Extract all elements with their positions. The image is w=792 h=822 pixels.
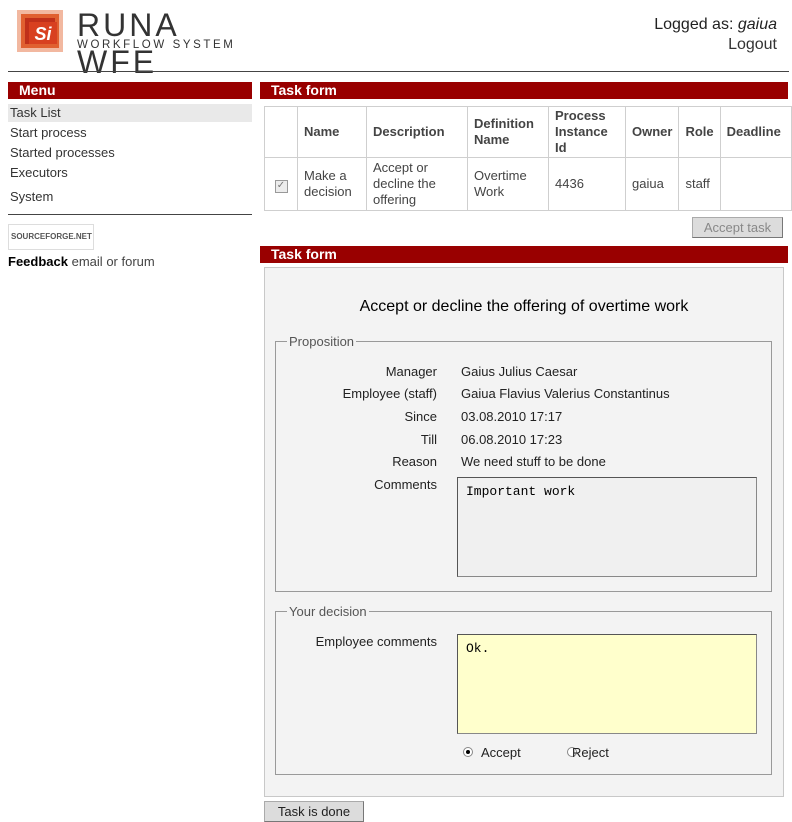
feedback-forum-link[interactable]: forum bbox=[122, 254, 155, 269]
cell-deadline[interactable] bbox=[719, 157, 792, 211]
col-definition-name[interactable]: Definition Name bbox=[467, 106, 549, 158]
row-select-cell[interactable]: ✓ bbox=[264, 157, 298, 211]
brand-subtitle: WORKFLOW SYSTEM bbox=[77, 39, 236, 51]
menu-item-task-list[interactable]: Task List bbox=[8, 104, 252, 122]
header-divider bbox=[8, 71, 789, 72]
task-form-title-bar: Task form bbox=[260, 246, 788, 263]
svg-text:Si: Si bbox=[34, 24, 52, 44]
col-select bbox=[264, 106, 298, 158]
reject-radio-label[interactable]: Reject bbox=[572, 745, 609, 760]
form-heading: Accept or decline the offering of overti… bbox=[359, 298, 689, 315]
logged-prefix: Logged as: bbox=[654, 16, 738, 33]
cell-name[interactable]: Make a decision bbox=[297, 157, 367, 211]
since-value: 03.08.2010 17:17 bbox=[461, 409, 563, 424]
feedback-email-link[interactable]: email bbox=[72, 254, 103, 269]
employee-comments-textarea[interactable]: Ok. bbox=[457, 634, 757, 734]
comments-label: Comments bbox=[374, 477, 437, 492]
manager-label: Manager bbox=[385, 364, 437, 379]
comments-textarea: Important work bbox=[457, 477, 757, 577]
reason-label: Reason bbox=[392, 454, 437, 469]
table-header-row: Name Description Definition Name Process… bbox=[264, 106, 792, 158]
feedback-or: or bbox=[106, 254, 118, 269]
logged-as: Logged as: gaiua bbox=[654, 16, 777, 34]
cell-definition[interactable]: Overtime Work bbox=[467, 157, 549, 211]
till-label: Till bbox=[420, 432, 437, 447]
menu-title: Menu bbox=[8, 82, 252, 99]
accept-radio-label[interactable]: Accept bbox=[481, 745, 521, 760]
menu-divider bbox=[8, 214, 252, 215]
feedback: Feedback email or forum bbox=[8, 254, 155, 269]
employee-comments-label: Employee comments bbox=[315, 634, 437, 649]
cell-pid[interactable]: 4436 bbox=[548, 157, 626, 211]
runa-logo: Si RUNA WFE WORKFLOW SYSTEM bbox=[17, 7, 247, 80]
till-value: 06.08.2010 17:23 bbox=[461, 432, 563, 447]
col-description[interactable]: Description bbox=[366, 106, 468, 158]
col-owner[interactable]: Owner bbox=[624, 106, 680, 158]
col-name[interactable]: Name bbox=[297, 106, 367, 158]
since-label: Since bbox=[404, 409, 437, 424]
col-deadline[interactable]: Deadline bbox=[719, 106, 792, 158]
cell-description[interactable]: Accept or decline the offering bbox=[366, 157, 468, 211]
task-list-title: Task form bbox=[260, 82, 788, 99]
menu-item-start-process[interactable]: Start process bbox=[8, 124, 252, 142]
proposition-legend: Proposition bbox=[287, 334, 357, 349]
decision-legend: Your decision bbox=[287, 604, 369, 619]
cell-role[interactable]: staff bbox=[678, 157, 721, 211]
logged-user: gaiua bbox=[737, 16, 777, 33]
cell-owner[interactable]: gaiua bbox=[624, 157, 680, 211]
col-process-instance-id[interactable]: Process Instance Id bbox=[548, 106, 626, 158]
reason-value: We need stuff to be done bbox=[461, 454, 606, 469]
table-row[interactable]: ✓ Make a decision Accept or decline the … bbox=[264, 157, 792, 211]
task-table: Name Description Definition Name Process… bbox=[264, 106, 792, 211]
si-logo-icon: Si bbox=[17, 10, 63, 52]
employee-label: Employee (staff) bbox=[342, 386, 437, 401]
sourceforge-logo[interactable]: SOURCEFORGE.NET bbox=[8, 224, 94, 250]
feedback-label: Feedback bbox=[8, 254, 68, 269]
task-done-button[interactable]: Task is done bbox=[264, 801, 364, 822]
employee-value: Gaiua Flavius Valerius Constantinus bbox=[461, 386, 670, 401]
accept-radio[interactable] bbox=[463, 747, 473, 757]
menu-item-executors[interactable]: Executors bbox=[8, 164, 252, 182]
manager-value: Gaius Julius Caesar bbox=[461, 364, 578, 379]
task-checkbox[interactable]: ✓ bbox=[274, 179, 288, 193]
col-role[interactable]: Role bbox=[678, 106, 721, 158]
menu-item-system[interactable]: System bbox=[8, 188, 252, 206]
logout-link[interactable]: Logout bbox=[728, 36, 777, 54]
menu-item-started-processes[interactable]: Started processes bbox=[8, 144, 252, 162]
accept-task-button[interactable]: Accept task bbox=[692, 217, 783, 238]
